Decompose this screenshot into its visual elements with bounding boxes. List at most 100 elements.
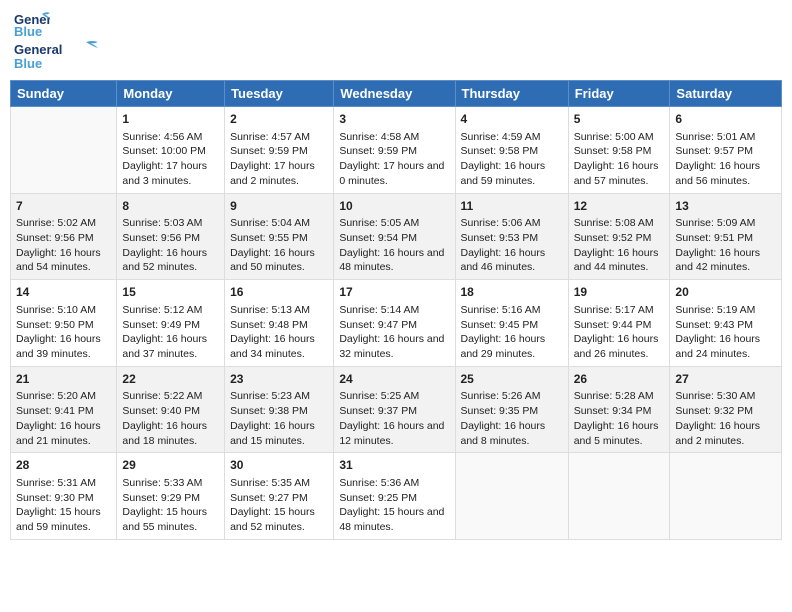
day-number: 9 — [230, 198, 328, 215]
week-row-1: 1Sunrise: 4:56 AMSunset: 10:00 PMDayligh… — [11, 107, 782, 194]
daylight-text: Daylight: 16 hours and 37 minutes. — [122, 333, 207, 360]
day-number: 11 — [461, 198, 563, 215]
sunrise-text: Sunrise: 4:56 AM — [122, 131, 202, 143]
week-row-4: 21Sunrise: 5:20 AMSunset: 9:41 PMDayligh… — [11, 366, 782, 453]
calendar-cell: 3Sunrise: 4:58 AMSunset: 9:59 PMDaylight… — [334, 107, 455, 194]
sunrise-text: Sunrise: 5:22 AM — [122, 390, 202, 402]
sunrise-text: Sunrise: 5:13 AM — [230, 304, 310, 316]
day-number: 2 — [230, 111, 328, 128]
calendar-cell — [670, 453, 782, 540]
daylight-text: Daylight: 16 hours and 21 minutes. — [16, 420, 101, 447]
sunrise-text: Sunrise: 5:17 AM — [574, 304, 654, 316]
logo-icon: General Blue — [14, 10, 50, 40]
sunrise-text: Sunrise: 4:59 AM — [461, 131, 541, 143]
calendar-cell: 12Sunrise: 5:08 AMSunset: 9:52 PMDayligh… — [568, 193, 670, 280]
calendar-cell: 14Sunrise: 5:10 AMSunset: 9:50 PMDayligh… — [11, 280, 117, 367]
daylight-text: Daylight: 17 hours and 2 minutes. — [230, 160, 315, 187]
day-number: 16 — [230, 284, 328, 301]
day-header-tuesday: Tuesday — [225, 81, 334, 107]
daylight-text: Daylight: 16 hours and 8 minutes. — [461, 420, 546, 447]
daylight-text: Daylight: 16 hours and 12 minutes. — [339, 420, 444, 447]
calendar-cell: 30 Sunrise: 5:35 AM Sunset: 9:27 PM Dayligh… — [225, 453, 334, 540]
calendar-cell: 13Sunrise: 5:09 AMSunset: 9:51 PMDayligh… — [670, 193, 782, 280]
day-number: 24 — [339, 371, 449, 388]
sunset-text: Sunset: 9:49 PM — [122, 319, 200, 331]
svg-text:Blue: Blue — [14, 24, 42, 39]
daylight-text: Daylight: 16 hours and 44 minutes. — [574, 247, 659, 274]
sunrise-text: Sunrise: 5:23 AM — [230, 390, 310, 402]
day-number: 27 — [675, 371, 776, 388]
daylight-text: Daylight: 16 hours and 15 minutes. — [230, 420, 315, 447]
sunrise-text: Sunrise: 5:14 AM — [339, 304, 419, 316]
day-number: 14 — [16, 284, 111, 301]
calendar-cell: 7 Sunrise: 5:02 AM Sunset: 9:56 PM Daylight… — [11, 193, 117, 280]
sunrise-text: Sunrise: 5:08 AM — [574, 217, 654, 229]
sunrise-text: Sunrise: 4:58 AM — [339, 131, 419, 143]
calendar-cell — [455, 453, 568, 540]
day-header-monday: Monday — [117, 81, 225, 107]
daylight-text: Daylight: 16 hours and 54 minutes. — [16, 247, 101, 274]
sunset-text: Sunset: 9:47 PM — [339, 319, 417, 331]
day-number: 26 — [574, 371, 665, 388]
sunset-text: Sunset: 9:50 PM — [16, 319, 94, 331]
sunrise-text: Sunrise: 5:33 AM — [122, 477, 202, 489]
day-number: 31 — [339, 457, 449, 474]
sunset-text: Sunset: 9:30 PM — [16, 492, 94, 504]
daylight-text: Daylight: 16 hours and 24 minutes. — [675, 333, 760, 360]
sunrise-text: Sunrise: 5:26 AM — [461, 390, 541, 402]
sunset-text: Sunset: 9:38 PM — [230, 405, 308, 417]
sunrise-text: Sunrise: 5:10 AM — [16, 304, 96, 316]
daylight-text: Daylight: 16 hours and 57 minutes. — [574, 160, 659, 187]
sunrise-text: Sunrise: 5:25 AM — [339, 390, 419, 402]
daylight-text: Daylight: 16 hours and 5 minutes. — [574, 420, 659, 447]
sunset-text: Sunset: 9:59 PM — [230, 145, 308, 157]
daylight-text: Daylight: 16 hours and 29 minutes. — [461, 333, 546, 360]
sunrise-text: Sunrise: 5:35 AM — [230, 477, 310, 489]
sunrise-text: Sunrise: 5:36 AM — [339, 477, 419, 489]
sunset-text: Sunset: 9:25 PM — [339, 492, 417, 504]
sunset-text: Sunset: 9:40 PM — [122, 405, 200, 417]
sunrise-text: Sunrise: 5:31 AM — [16, 477, 96, 489]
sunset-text: Sunset: 9:53 PM — [461, 232, 539, 244]
calendar-cell: 4Sunrise: 4:59 AMSunset: 9:58 PMDaylight… — [455, 107, 568, 194]
sunrise-text: Sunrise: 5:02 AM — [16, 217, 96, 229]
daylight-text: Daylight: 17 hours and 3 minutes. — [122, 160, 207, 187]
calendar-cell: 21Sunrise: 5:20 AMSunset: 9:41 PMDayligh… — [11, 366, 117, 453]
day-number: 6 — [675, 111, 776, 128]
calendar-cell: 29Sunrise: 5:33 AMSunset: 9:29 PMDayligh… — [117, 453, 225, 540]
calendar-cell: 25Sunrise: 5:26 AMSunset: 9:35 PMDayligh… — [455, 366, 568, 453]
sunset-text: Sunset: 9:32 PM — [675, 405, 753, 417]
sunset-text: Sunset: 9:29 PM — [122, 492, 200, 504]
calendar-cell: 18Sunrise: 5:16 AMSunset: 9:45 PMDayligh… — [455, 280, 568, 367]
day-number: 30 — [230, 457, 328, 474]
day-number: 22 — [122, 371, 219, 388]
sunset-text: Sunset: 9:59 PM — [339, 145, 417, 157]
calendar-cell: 19Sunrise: 5:17 AMSunset: 9:44 PMDayligh… — [568, 280, 670, 367]
day-number: 7 — [16, 198, 111, 215]
daylight-text: Daylight: 16 hours and 46 minutes. — [461, 247, 546, 274]
day-header-sunday: Sunday — [11, 81, 117, 107]
calendar-cell: 9Sunrise: 5:04 AMSunset: 9:55 PMDaylight… — [225, 193, 334, 280]
day-number: 28 — [16, 457, 111, 474]
sunset-text: Sunset: 9:43 PM — [675, 319, 753, 331]
calendar-cell: 15Sunrise: 5:12 AMSunset: 9:49 PMDayligh… — [117, 280, 225, 367]
day-number: 29 — [122, 457, 219, 474]
calendar-cell: 16Sunrise: 5:13 AMSunset: 9:48 PMDayligh… — [225, 280, 334, 367]
daylight-text: Daylight: 16 hours and 32 minutes. — [339, 333, 444, 360]
daylight-text: Daylight: 16 hours and 2 minutes. — [675, 420, 760, 447]
sunset-text: Sunset: 9:27 PM — [230, 492, 308, 504]
calendar-cell: 20Sunrise: 5:19 AMSunset: 9:43 PMDayligh… — [670, 280, 782, 367]
sunrise-text: Sunrise: 5:05 AM — [339, 217, 419, 229]
sunset-text: Sunset: 9:56 PM — [16, 232, 94, 244]
daylight-text: Daylight: 16 hours and 48 minutes. — [339, 247, 444, 274]
daylight-text: Daylight: 16 hours and 42 minutes. — [675, 247, 760, 274]
calendar-cell: 6Sunrise: 5:01 AMSunset: 9:57 PMDaylight… — [670, 107, 782, 194]
sunrise-text: Sunrise: 5:09 AM — [675, 217, 755, 229]
calendar-cell: 26Sunrise: 5:28 AMSunset: 9:34 PMDayligh… — [568, 366, 670, 453]
sunset-text: Sunset: 9:35 PM — [461, 405, 539, 417]
calendar-cell: 22Sunrise: 5:22 AMSunset: 9:40 PMDayligh… — [117, 366, 225, 453]
daylight-text: Daylight: 15 hours and 52 minutes. — [230, 506, 315, 533]
sunset-text: Sunset: 9:48 PM — [230, 319, 308, 331]
calendar-cell: 31Sunrise: 5:36 AMSunset: 9:25 PMDayligh… — [334, 453, 455, 540]
sunrise-text: Sunrise: 5:00 AM — [574, 131, 654, 143]
